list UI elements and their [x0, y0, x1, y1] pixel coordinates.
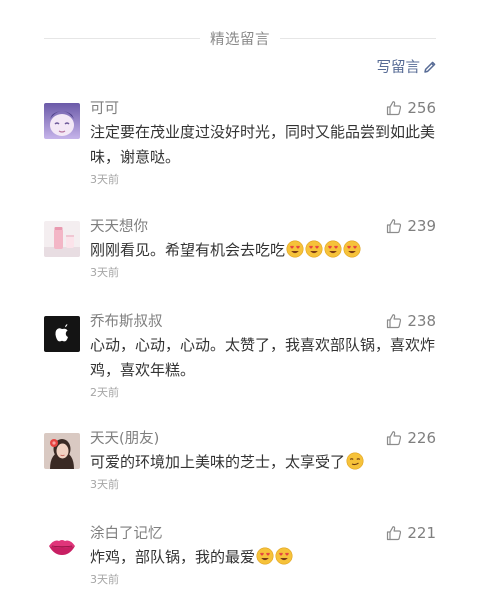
comment-text: 心动，心动，心动。太赞了，我喜欢部队锅，喜欢炸鸡，喜欢年糕。: [90, 333, 438, 383]
comment-time: 3天前: [90, 573, 119, 586]
anime-face-avatar[interactable]: [44, 103, 80, 139]
comment-text: 注定要在茂业度过没好时光，同时又能品尝到如此美味，谢意哒。: [90, 120, 438, 170]
thumbs-up-icon: [386, 430, 402, 446]
like-count: 238: [407, 312, 436, 330]
comment-text-content: 炸鸡，部队锅，我的最爱: [90, 548, 256, 566]
like-button[interactable]: 221: [386, 524, 436, 542]
thumbs-up-icon: [386, 525, 402, 541]
comment-time: 3天前: [90, 266, 119, 279]
like-button[interactable]: 256: [386, 99, 436, 117]
comment-text: 刚刚看见。希望有机会去吃吃: [90, 238, 438, 263]
comment-time: 3天前: [90, 478, 119, 491]
girl-photo-avatar[interactable]: [44, 433, 80, 469]
comment-text-content: 心动，心动，心动。太赞了，我喜欢部队锅，喜欢炸鸡，喜欢年糕。: [90, 336, 436, 379]
comment-text: 炸鸡，部队锅，我的最爱: [90, 545, 438, 570]
like-count: 221: [407, 524, 436, 542]
heart-eyes-emoji: [286, 240, 304, 258]
thumbs-up-icon: [386, 313, 402, 329]
comment-time: 2天前: [90, 386, 119, 399]
like-button[interactable]: 238: [386, 312, 436, 330]
pencil-icon: [423, 60, 437, 74]
write-comment-label: 写留言: [376, 60, 421, 76]
like-count: 239: [407, 217, 436, 235]
section-header: 精选留言: [44, 26, 436, 50]
comment-text: 可爱的环境加上美味的芝士，太享受了: [90, 450, 438, 475]
comment-body: 天天想你 刚刚看见。希望有机会去吃吃 3天前: [90, 216, 436, 281]
heart-eyes-emoji: [275, 547, 293, 565]
write-comment-link[interactable]: 写留言: [377, 56, 438, 77]
comment-time: 3天前: [90, 173, 119, 186]
comment-body: 天天(朋友) 可爱的环境加上美味的芝士，太享受了 3天前: [90, 428, 436, 493]
comment-author[interactable]: 天天想你: [90, 216, 436, 238]
comment-body: 乔布斯叔叔 心动，心动，心动。太赞了，我喜欢部队锅，喜欢炸鸡，喜欢年糕。 2天前: [90, 311, 436, 401]
heart-eyes-emoji: [256, 547, 274, 565]
section-title: 精选留言: [210, 31, 270, 48]
comment-author[interactable]: 天天(朋友): [90, 428, 436, 450]
like-button[interactable]: 239: [386, 217, 436, 235]
comment-text-content: 可爱的环境加上美味的芝士，太享受了: [90, 453, 346, 471]
divider-right: [280, 37, 436, 39]
divider-left: [44, 37, 200, 39]
heart-eyes-emoji: [324, 240, 342, 258]
comment-body: 可可 注定要在茂业度过没好时光，同时又能品尝到如此美味，谢意哒。 3天前: [90, 98, 436, 188]
heart-eyes-emoji: [305, 240, 323, 258]
smirk-emoji: [346, 452, 364, 470]
like-count: 226: [407, 429, 436, 447]
thumbs-up-icon: [386, 218, 402, 234]
comment-author[interactable]: 涂白了记忆: [90, 523, 436, 545]
apple-logo-avatar[interactable]: [44, 316, 80, 352]
comment-author[interactable]: 可可: [90, 98, 436, 120]
comment-text-content: 注定要在茂业度过没好时光，同时又能品尝到如此美味，谢意哒。: [90, 123, 436, 166]
thumbs-up-icon: [386, 100, 402, 116]
like-count: 256: [407, 99, 436, 117]
comment-author[interactable]: 乔布斯叔叔: [90, 311, 436, 333]
comment-body: 涂白了记忆 炸鸡，部队锅，我的最爱 3天前: [90, 523, 436, 588]
heart-eyes-emoji: [343, 240, 361, 258]
pink-cup-avatar[interactable]: [44, 221, 80, 257]
like-button[interactable]: 226: [386, 429, 436, 447]
lips-avatar[interactable]: [44, 528, 80, 564]
comment-text-content: 刚刚看见。希望有机会去吃吃: [90, 241, 286, 259]
